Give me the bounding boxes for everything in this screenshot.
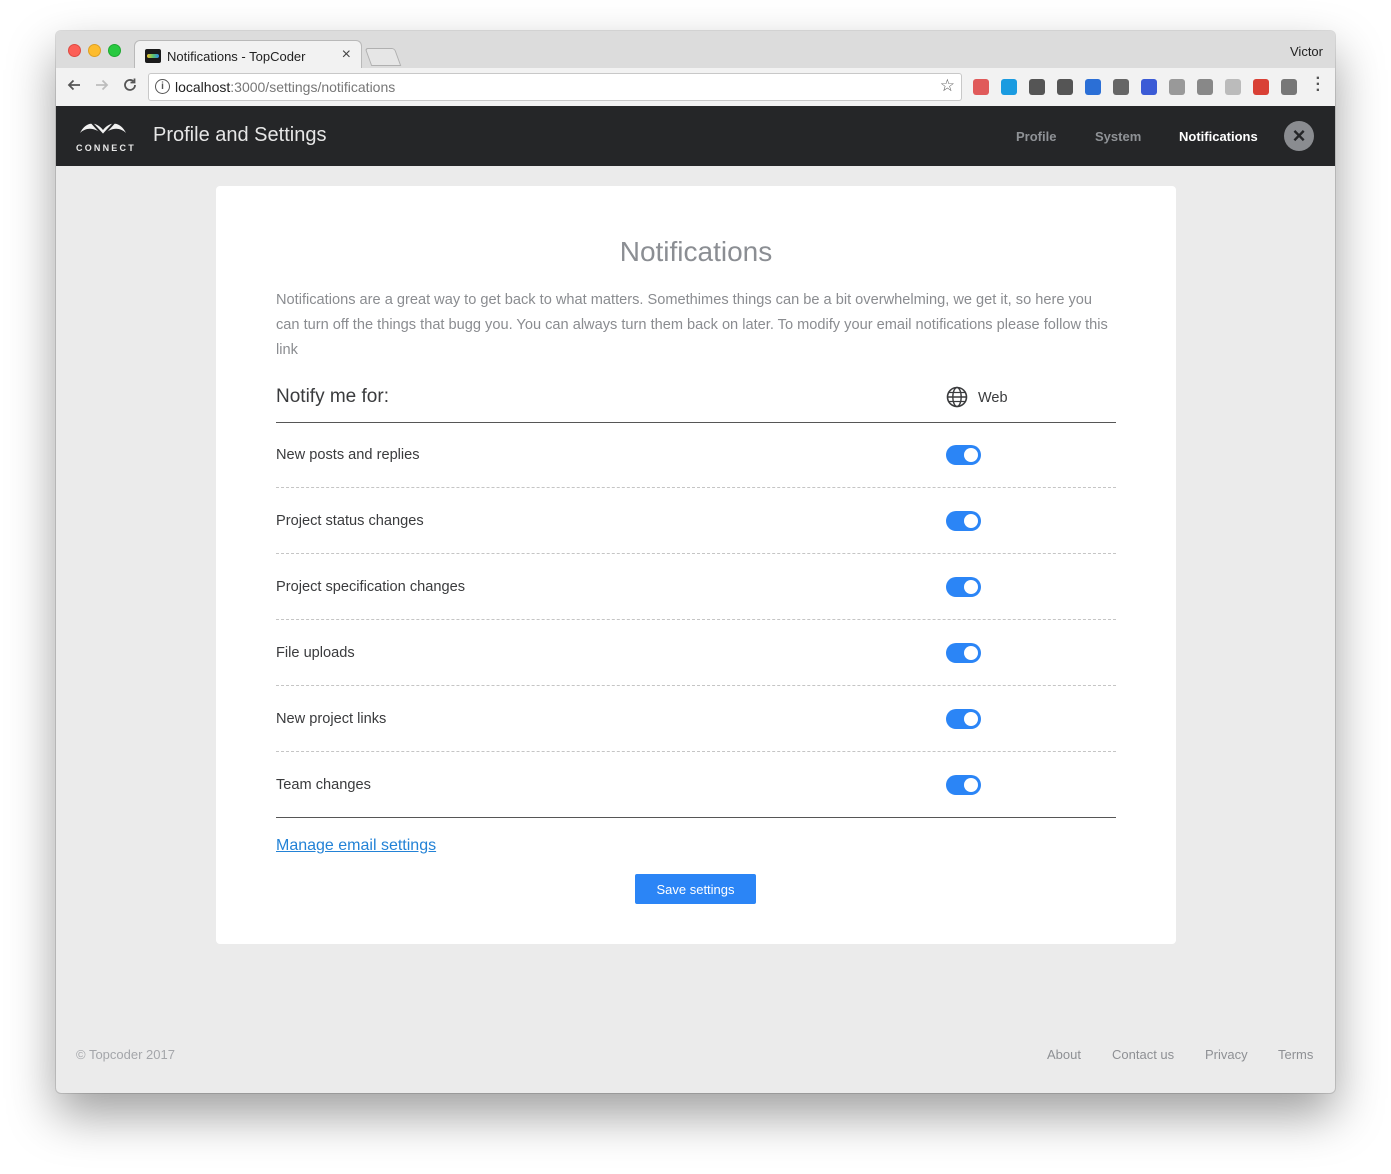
setting-row-project-spec: Project specification changes [276, 554, 1116, 620]
toggle-knob [964, 580, 978, 594]
web-toggle-team-changes[interactable] [946, 775, 981, 795]
web-toggle-project-links[interactable] [946, 709, 981, 729]
footer-copyright: © Topcoder 2017 [76, 1047, 175, 1062]
setting-row-file-uploads: File uploads [276, 620, 1116, 686]
close-settings-icon[interactable]: × [1284, 121, 1314, 151]
browser-menu-icon[interactable]: · · · [1316, 71, 1321, 99]
page-title: Profile and Settings [153, 124, 327, 146]
browser-extension-icon[interactable] [1057, 79, 1073, 95]
notifications-card: Notifications Notifications are a great … [216, 186, 1176, 944]
nav-system[interactable]: System [1095, 129, 1141, 144]
back-arrow-icon[interactable] [64, 76, 84, 99]
footer-link-privacy[interactable]: Privacy [1205, 1047, 1248, 1062]
forward-arrow-icon[interactable] [92, 76, 112, 99]
site-info-icon[interactable]: i [155, 79, 170, 94]
setting-row-project-status: Project status changes [276, 488, 1116, 554]
url-host: localhost [175, 79, 231, 95]
new-tab-button[interactable] [364, 48, 402, 66]
tab-close-icon[interactable]: × [342, 46, 351, 64]
bookmark-star-icon[interactable]: ☆ [940, 76, 955, 96]
browser-extension-icon[interactable] [973, 79, 989, 95]
globe-icon [946, 386, 968, 413]
notify-header: Notify me for: Web [276, 386, 1116, 423]
nav-profile[interactable]: Profile [1016, 129, 1056, 144]
footer-link-contact[interactable]: Contact us [1112, 1047, 1174, 1062]
close-window-button[interactable] [68, 44, 81, 57]
web-toggle-project-status[interactable] [946, 511, 981, 531]
browser-extension-icon[interactable] [1253, 79, 1269, 95]
web-label: Web [978, 390, 1008, 406]
tab-title: Notifications - TopCoder [167, 49, 306, 64]
setting-row-new-posts: New posts and replies [276, 422, 1116, 488]
nav-notifications[interactable]: Notifications [1179, 129, 1258, 144]
footer-link-about[interactable]: About [1047, 1047, 1081, 1062]
browser-extension-icon[interactable] [1169, 79, 1185, 95]
notify-label: Notify me for: [276, 386, 389, 407]
browser-extension-icon[interactable] [1197, 79, 1213, 95]
setting-label: Project status changes [276, 513, 424, 529]
setting-label: File uploads [276, 645, 355, 661]
maximize-window-button[interactable] [108, 44, 121, 57]
toggle-knob [964, 712, 978, 726]
browser-extension-icon[interactable] [1141, 79, 1157, 95]
setting-label: New posts and replies [276, 447, 420, 463]
browser-profile-name[interactable]: Victor [1290, 44, 1323, 59]
browser-toolbar: i localhost:3000/settings/notifications … [56, 68, 1335, 107]
manage-email-settings-link[interactable]: Manage email settings [276, 837, 436, 855]
minimize-window-button[interactable] [88, 44, 101, 57]
setting-label: Team changes [276, 777, 371, 793]
setting-label: Project specification changes [276, 579, 466, 595]
toggle-knob [964, 778, 978, 792]
topcoder-favicon-icon [145, 49, 161, 63]
notification-settings-list: New posts and replies Project status cha… [276, 422, 1116, 818]
browser-tab[interactable]: Notifications - TopCoder × [134, 40, 362, 70]
url-path: :3000/settings/notifications [230, 79, 396, 95]
web-toggle-file-uploads[interactable] [946, 643, 981, 663]
browser-extension-icon[interactable] [1225, 79, 1241, 95]
toggle-knob [964, 514, 978, 528]
address-bar[interactable]: i localhost:3000/settings/notifications … [148, 73, 962, 101]
browser-extension-icon[interactable] [1001, 79, 1017, 95]
card-title: Notifications [619, 236, 773, 267]
footer-link-terms[interactable]: Terms [1278, 1047, 1313, 1062]
setting-row-team-changes: Team changes [276, 752, 1116, 818]
setting-row-project-links: New project links [276, 686, 1116, 752]
browser-extension-icon[interactable] [1113, 79, 1129, 95]
toggle-knob [964, 646, 978, 660]
setting-label: New project links [276, 711, 387, 727]
web-toggle-project-spec[interactable] [946, 577, 981, 597]
browser-extension-icon[interactable] [1281, 79, 1297, 95]
tab-strip: Notifications - TopCoder × Victor [56, 31, 1335, 70]
connect-logo-icon[interactable] [78, 119, 128, 146]
toggle-knob [964, 448, 978, 462]
browser-window: Notifications - TopCoder × Victor i loca… [56, 31, 1335, 1093]
browser-extension-icon[interactable] [1085, 79, 1101, 95]
logo-text: CONNECT [76, 143, 136, 153]
browser-extension-icon[interactable] [1029, 79, 1045, 95]
save-settings-button[interactable]: Save settings [635, 874, 756, 904]
url-text[interactable]: localhost:3000/settings/notifications [175, 79, 395, 95]
app-header: CONNECT Profile and Settings Profile Sys… [56, 106, 1335, 166]
card-description: Notifications are a great way to get bac… [276, 292, 1108, 358]
reload-icon[interactable] [120, 76, 140, 99]
web-toggle-new-posts[interactable] [946, 445, 981, 465]
